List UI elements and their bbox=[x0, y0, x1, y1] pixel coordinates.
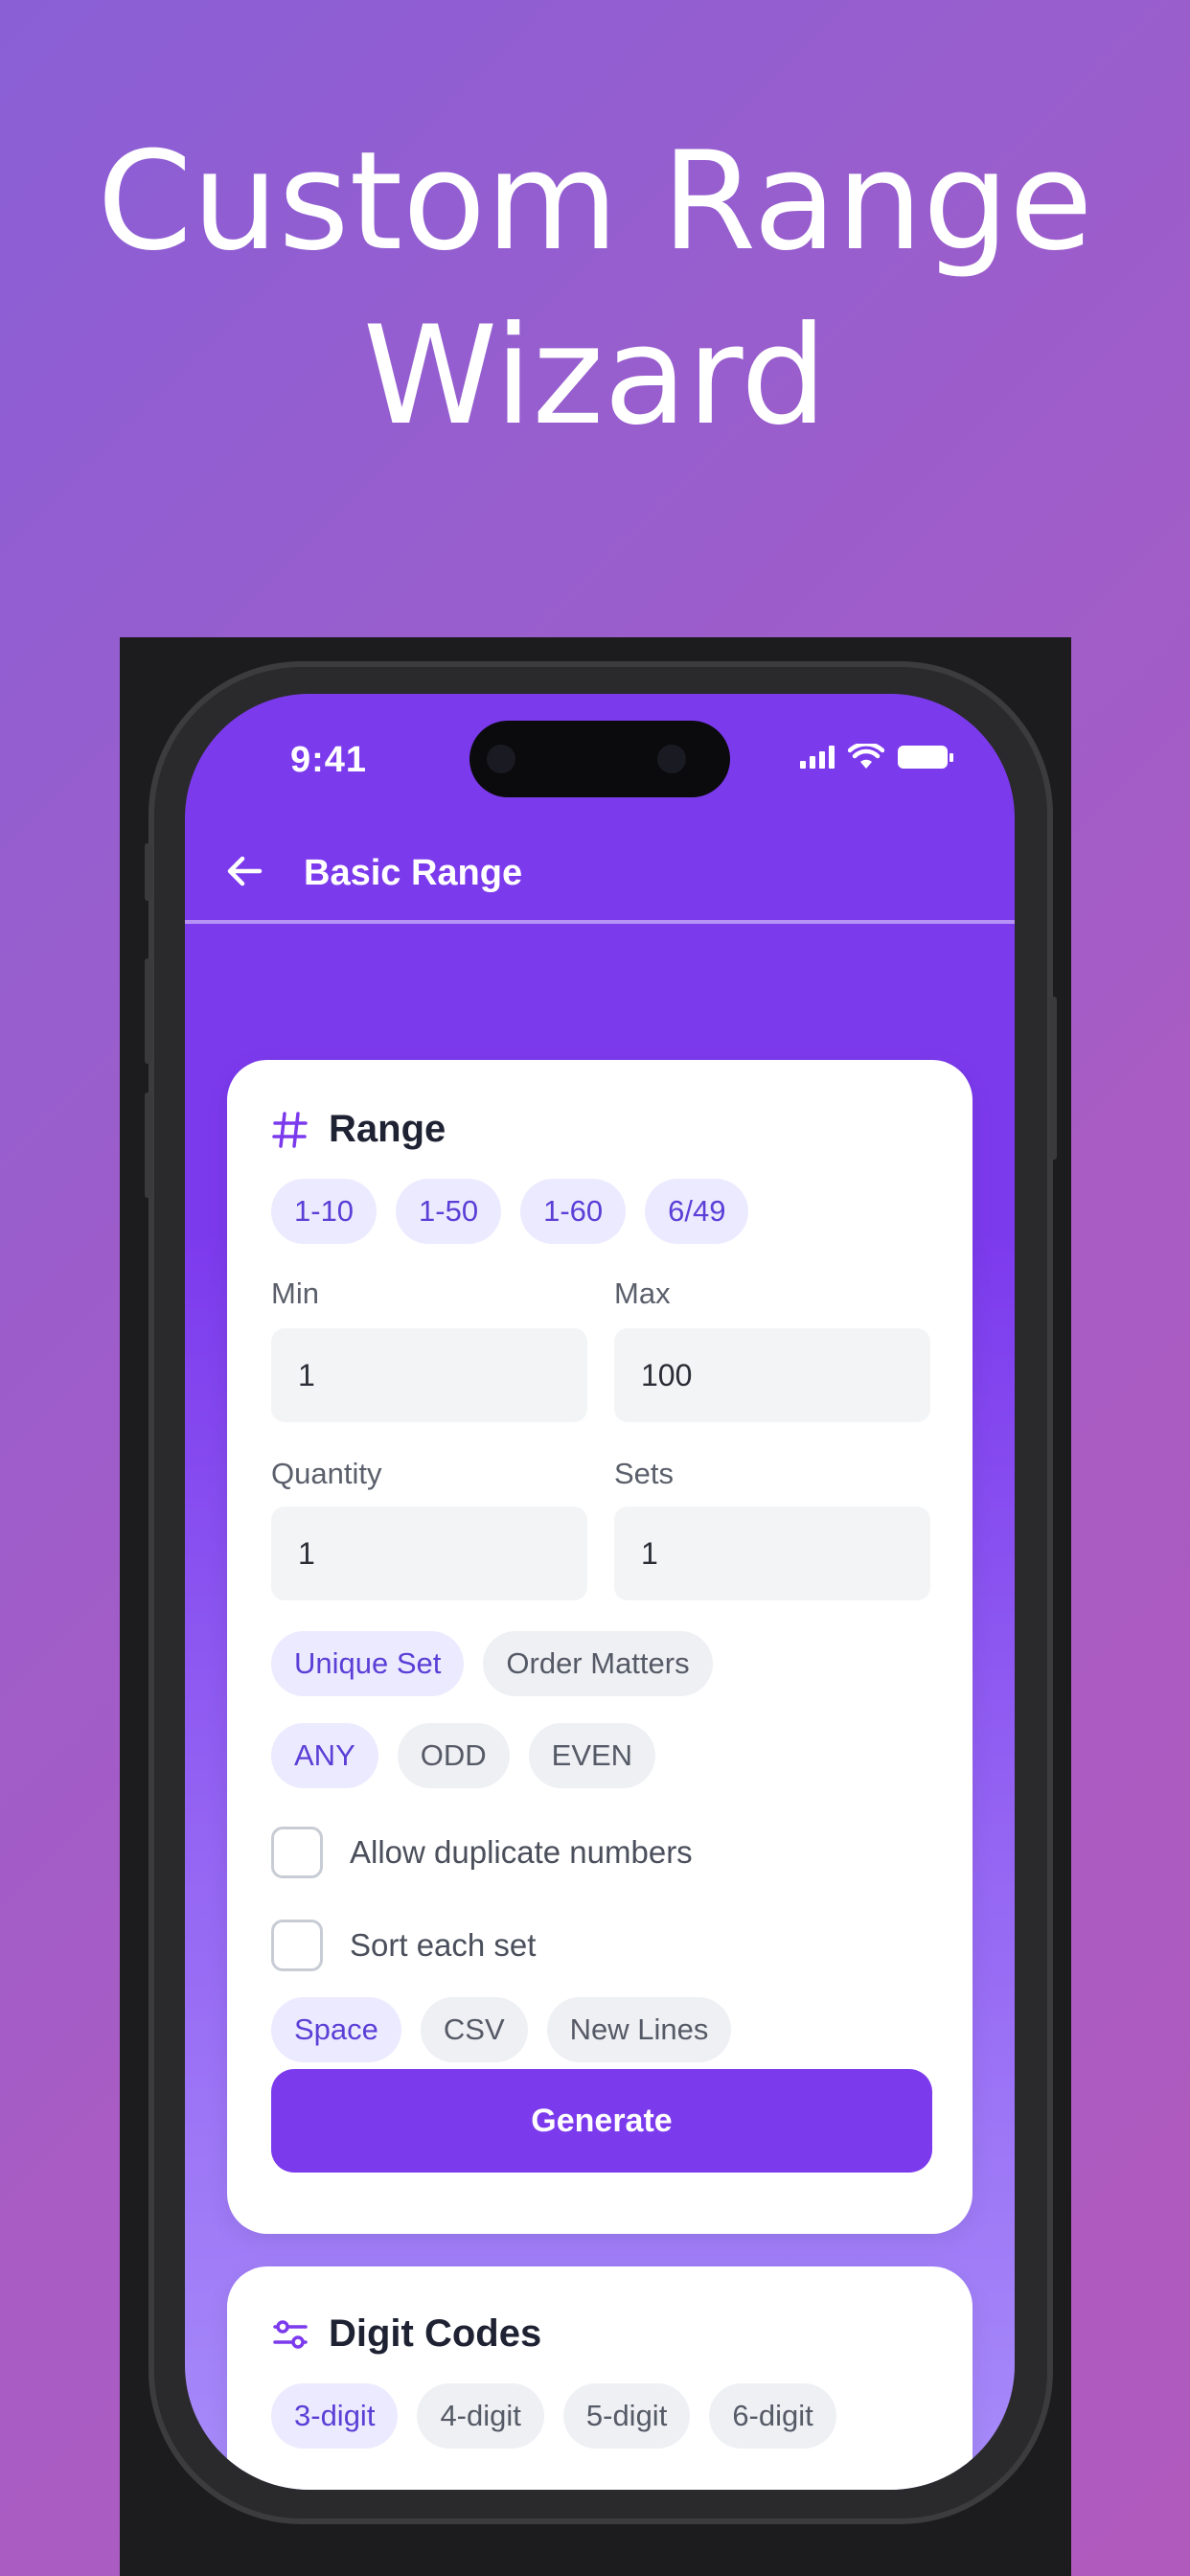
phone-screen: 9:41 Basic Range Range 1-10 1-50 1-60 6/… bbox=[185, 694, 1015, 2490]
battery-icon bbox=[898, 746, 953, 769]
camera-icon bbox=[487, 745, 515, 773]
digit-chip-5[interactable]: 5-digit bbox=[562, 2383, 691, 2449]
max-label: Max bbox=[614, 1276, 671, 1310]
parity-chip-even[interactable]: EVEN bbox=[528, 1723, 656, 1788]
sliders-icon bbox=[273, 2319, 308, 2349]
app-bar-divider bbox=[185, 920, 1015, 924]
digit-codes-header: Digit Codes bbox=[271, 2312, 541, 2356]
quantity-label: Quantity bbox=[271, 1457, 382, 1490]
allow-duplicates-row[interactable]: Allow duplicate numbers bbox=[271, 1827, 693, 1878]
range-card-title: Range bbox=[329, 1108, 446, 1150]
parity-chip-odd[interactable]: ODD bbox=[397, 1723, 510, 1788]
app-title: Basic Range bbox=[304, 853, 523, 893]
allow-duplicates-label: Allow duplicate numbers bbox=[350, 1834, 693, 1870]
volume-up-button bbox=[145, 958, 152, 1064]
arrow-left-icon[interactable] bbox=[221, 847, 269, 895]
mute-switch bbox=[145, 843, 152, 901]
hash-icon bbox=[272, 1111, 308, 1148]
preset-chip-1-60[interactable]: 1-60 bbox=[520, 1179, 627, 1244]
mode-chip-order-matters[interactable]: Order Matters bbox=[483, 1631, 713, 1696]
mode-chip-unique-set[interactable]: Unique Set bbox=[271, 1631, 465, 1696]
range-presets: 1-10 1-50 1-60 6/49 bbox=[271, 1179, 749, 1244]
sort-each-row[interactable]: Sort each set bbox=[271, 1920, 536, 1971]
format-chip-space[interactable]: Space bbox=[271, 1997, 401, 2062]
digit-chip-4[interactable]: 4-digit bbox=[417, 2383, 544, 2449]
allow-duplicates-checkbox[interactable] bbox=[271, 1827, 323, 1878]
preset-chip-1-10[interactable]: 1-10 bbox=[271, 1179, 378, 1244]
dynamic-island bbox=[469, 721, 730, 797]
wifi-icon bbox=[848, 744, 884, 769]
parity-toggle: ANY ODD EVEN bbox=[271, 1723, 656, 1788]
app-bar: Basic Range bbox=[185, 818, 1015, 933]
max-input[interactable]: 100 bbox=[614, 1328, 930, 1422]
volume-down-button bbox=[145, 1092, 152, 1198]
digit-codes-title: Digit Codes bbox=[329, 2312, 542, 2355]
promo-line-1: Custom Range bbox=[97, 123, 1093, 281]
promo-headline: Custom Range Wizard bbox=[0, 115, 1190, 464]
mode-toggle: Unique Set Order Matters bbox=[271, 1631, 713, 1696]
promo-line-2: Wizard bbox=[362, 297, 828, 455]
parity-chip-any[interactable]: ANY bbox=[271, 1723, 378, 1788]
power-button bbox=[1049, 997, 1057, 1160]
range-card-header: Range bbox=[271, 1108, 446, 1151]
digit-chip-3[interactable]: 3-digit bbox=[271, 2383, 399, 2449]
preset-chip-6-49[interactable]: 6/49 bbox=[645, 1179, 749, 1244]
format-chip-csv[interactable]: CSV bbox=[420, 1997, 528, 2062]
sets-label: Sets bbox=[614, 1457, 675, 1490]
quantity-input[interactable]: 1 bbox=[271, 1506, 587, 1600]
status-icons bbox=[800, 744, 953, 770]
sets-input[interactable]: 1 bbox=[614, 1506, 930, 1600]
min-label: Min bbox=[271, 1276, 319, 1310]
sort-each-label: Sort each set bbox=[350, 1927, 537, 1963]
preset-chip-1-50[interactable]: 1-50 bbox=[396, 1179, 502, 1244]
status-time: 9:41 bbox=[290, 740, 368, 780]
digit-options: 3-digit 4-digit 5-digit 6-digit bbox=[271, 2383, 836, 2449]
home-indicator[interactable] bbox=[456, 2455, 747, 2465]
format-toggle: Space CSV New Lines bbox=[271, 1997, 732, 2062]
generate-button[interactable]: Generate bbox=[271, 2069, 932, 2173]
range-card: Range 1-10 1-50 1-60 6/49 Min Max 1 100 … bbox=[227, 1060, 973, 2234]
min-input[interactable]: 1 bbox=[271, 1328, 587, 1422]
sort-each-checkbox[interactable] bbox=[271, 1920, 323, 1971]
format-chip-new-lines[interactable]: New Lines bbox=[546, 1997, 732, 2062]
sensor-icon bbox=[657, 745, 686, 773]
signal-icon bbox=[800, 746, 835, 769]
digit-chip-6[interactable]: 6-digit bbox=[709, 2383, 836, 2449]
